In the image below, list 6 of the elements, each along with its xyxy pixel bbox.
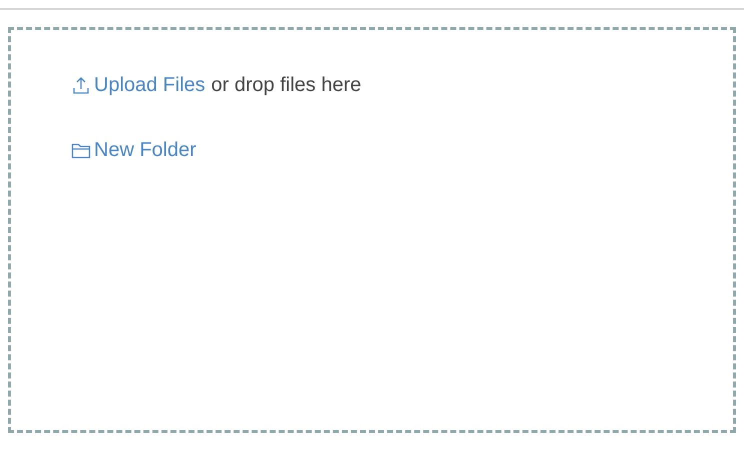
- drop-zone[interactable]: Upload Files or drop files here New Folder: [8, 27, 736, 433]
- new-folder-link[interactable]: New Folder: [71, 139, 196, 162]
- upload-icon: [71, 76, 91, 96]
- drop-hint: or drop files here: [211, 74, 362, 97]
- upload-files-link[interactable]: Upload Files: [71, 74, 206, 97]
- folder-icon: [71, 142, 91, 160]
